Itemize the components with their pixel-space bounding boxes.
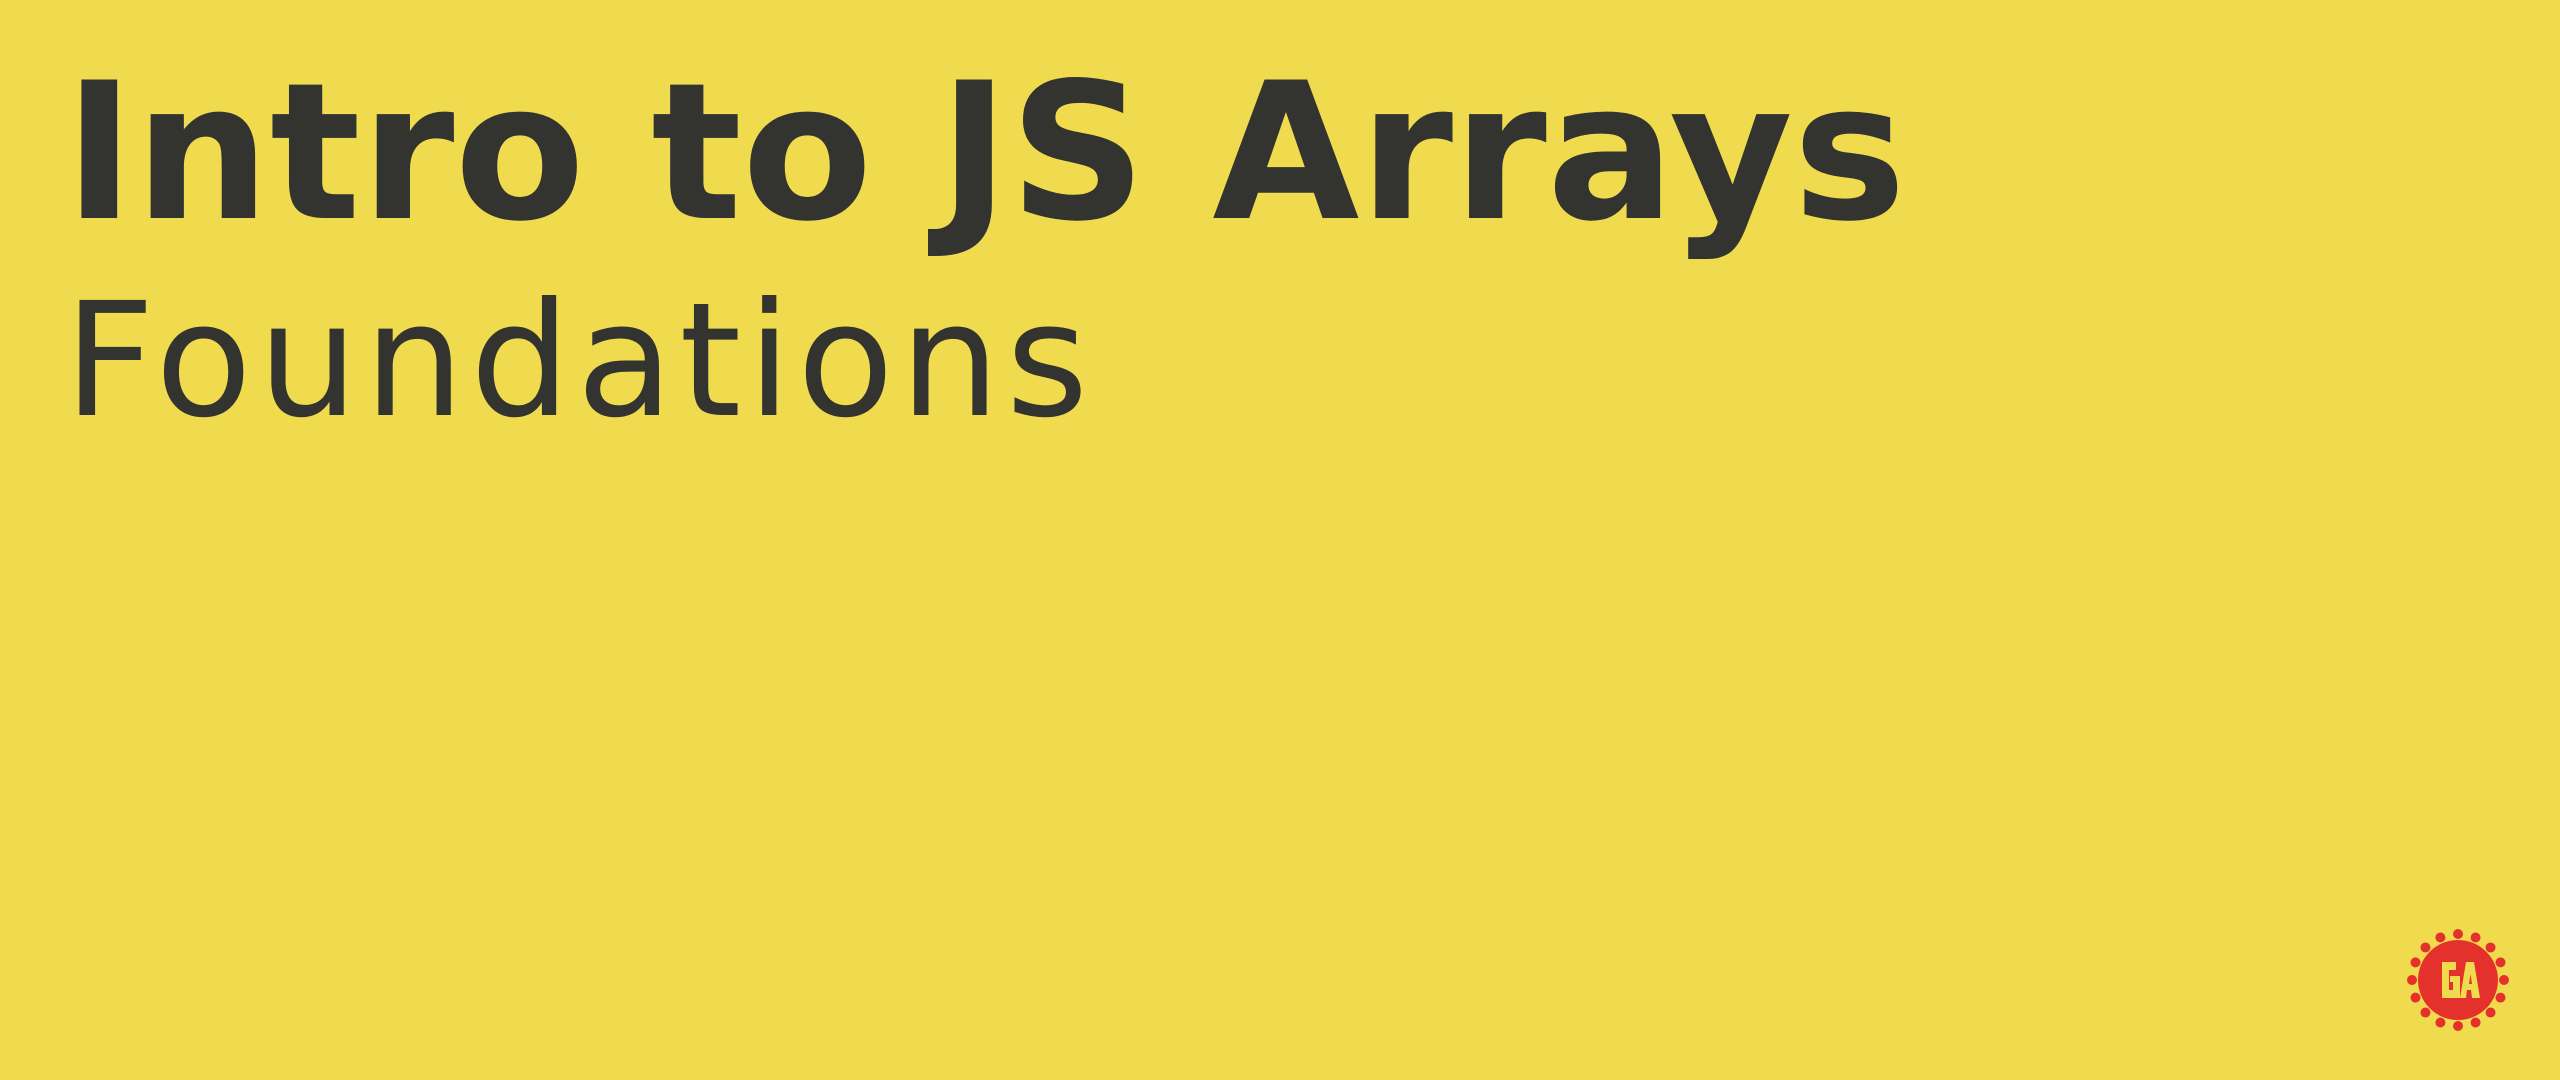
gear-tooth	[2410, 992, 2421, 1003]
gear-tooth	[2470, 932, 2481, 943]
gear-tooth	[2453, 929, 2463, 939]
slide-title: Intro to JS Arrays	[64, 42, 1907, 263]
gear-tooth	[2470, 1017, 2481, 1028]
gear-tooth	[2453, 1021, 2463, 1031]
ga-logo	[2406, 928, 2510, 1032]
gear-tooth	[2420, 1007, 2431, 1018]
gear-tooth	[2407, 975, 2417, 985]
gear-tooth	[2435, 932, 2446, 943]
gear-tooth	[2410, 957, 2421, 968]
gear-tooth	[2495, 957, 2506, 968]
gear-tooth	[2499, 975, 2509, 985]
gear-logo-icon	[2407, 929, 2509, 1031]
slide: Intro to JS Arrays Foundations	[0, 0, 2560, 1080]
gear-tooth	[2485, 942, 2496, 953]
gear-tooth	[2485, 1007, 2496, 1018]
slide-subtitle: Foundations	[64, 269, 1095, 453]
gear-tooth	[2495, 992, 2506, 1003]
gear-tooth	[2420, 942, 2431, 953]
gear-tooth	[2435, 1017, 2446, 1028]
